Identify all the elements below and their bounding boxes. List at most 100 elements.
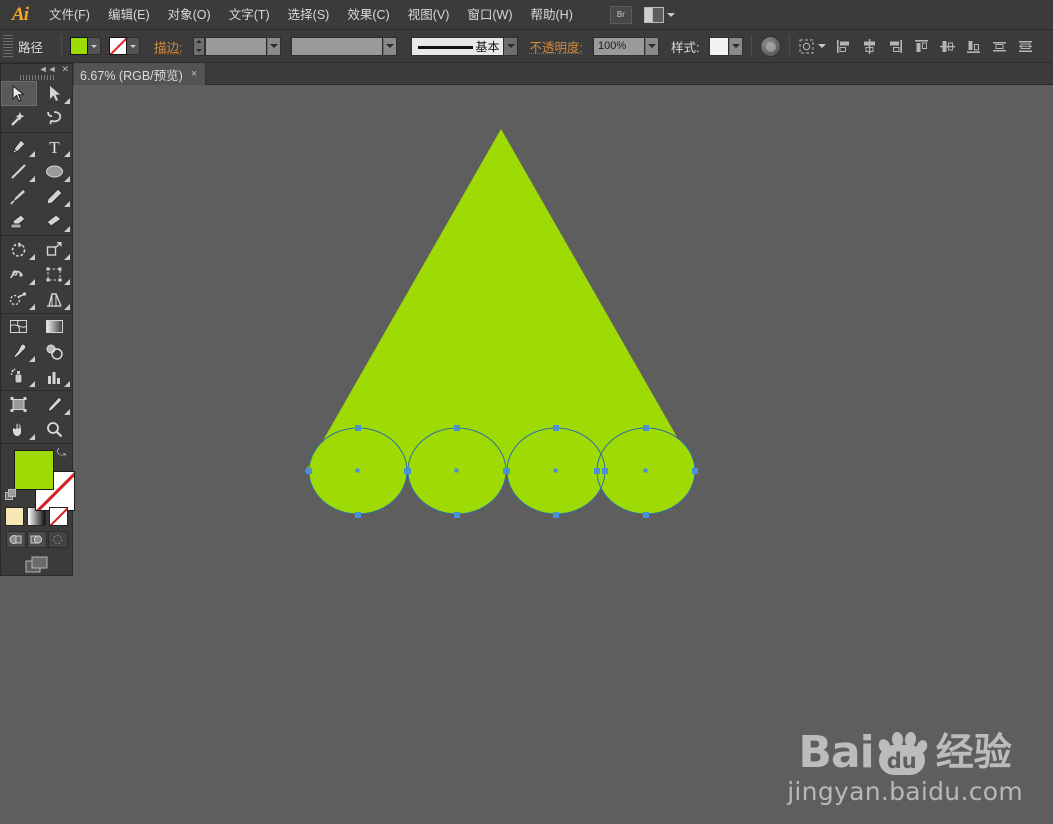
document-tab-bar: 6.67% (RGB/预览) × [0, 63, 1053, 85]
column-graph-tool[interactable] [37, 364, 73, 389]
menu-object[interactable]: 对象(O) [159, 0, 220, 30]
align-vertical-center-icon[interactable] [939, 38, 956, 55]
symbol-sprayer-tool[interactable] [1, 364, 37, 389]
close-icon[interactable]: × [191, 68, 197, 80]
menu-select[interactable]: 选择(S) [279, 0, 339, 30]
stroke-profile-dropdown[interactable] [503, 36, 518, 56]
tool-panel: ◄◄ ✕ T ⤿ [0, 63, 75, 576]
fill-color-control[interactable] [70, 37, 102, 55]
type-tool[interactable]: T [37, 134, 73, 159]
stroke-weight-field[interactable] [204, 36, 267, 56]
menu-help[interactable]: 帮助(H) [522, 0, 582, 30]
stroke-weight-label[interactable]: 描边: [154, 37, 182, 56]
align-right-icon[interactable] [887, 38, 904, 55]
stroke-swatch-none[interactable] [109, 37, 128, 55]
blend-tool[interactable] [37, 339, 73, 364]
color-swatch-button[interactable] [5, 507, 24, 527]
document-tab[interactable]: 6.67% (RGB/预览) × [74, 63, 207, 85]
tool-panel-grip[interactable] [1, 74, 72, 81]
gradient-tool[interactable] [37, 314, 73, 339]
draw-inside-button[interactable] [47, 531, 68, 549]
screen-mode-row [1, 555, 72, 575]
bridge-button[interactable]: Br [609, 5, 632, 24]
stroke-style-field[interactable] [290, 36, 383, 56]
graphic-style-swatch[interactable] [709, 36, 730, 56]
width-tool[interactable] [1, 262, 37, 287]
free-transform-tool[interactable] [37, 262, 73, 287]
hand-tool[interactable] [1, 417, 37, 442]
align-options-button[interactable] [798, 38, 827, 55]
default-fill-stroke-icon[interactable] [5, 489, 17, 501]
align-bottom-icon[interactable] [965, 38, 982, 55]
fill-swatch[interactable] [70, 37, 89, 55]
graphic-style-dropdown[interactable] [729, 36, 744, 56]
tool-panel-header[interactable]: ◄◄ ✕ [1, 64, 72, 75]
distribute-top-icon[interactable] [991, 38, 1008, 55]
align-horizontal-center-icon[interactable] [861, 38, 878, 55]
menu-window[interactable]: 窗口(W) [458, 0, 521, 30]
tool-group-draw: T [1, 134, 72, 234]
slice-tool[interactable] [37, 392, 73, 417]
eyedropper-tool[interactable] [1, 339, 37, 364]
menu-type[interactable]: 文字(T) [220, 0, 279, 30]
toolbar-fill-swatch[interactable] [14, 450, 54, 491]
swap-fill-stroke-icon[interactable]: ⤿ [57, 448, 66, 459]
chevron-down-icon [818, 44, 827, 48]
align-top-icon[interactable] [913, 38, 930, 55]
shape-builder-tool[interactable] [1, 287, 37, 312]
lasso-tool[interactable] [37, 106, 73, 131]
selection-type-label: 路径 [18, 40, 44, 55]
menu-file[interactable]: 文件(F) [40, 0, 99, 30]
draw-normal-button[interactable] [5, 531, 26, 549]
perspective-grid-tool[interactable] [37, 287, 73, 312]
change-screen-mode-icon[interactable] [24, 555, 50, 575]
triangle-shape[interactable] [305, 129, 697, 472]
artboard-tool[interactable] [1, 392, 37, 417]
tool-group-paint [1, 314, 72, 389]
svg-text:T: T [49, 138, 60, 155]
stroke-style-dropdown[interactable] [382, 36, 397, 56]
none-swatch-button[interactable] [49, 507, 68, 527]
opacity-dropdown[interactable] [644, 36, 659, 56]
recolor-artwork-button[interactable] [760, 35, 782, 57]
magic-wand-tool[interactable] [1, 106, 37, 131]
menu-effect[interactable]: 效果(C) [338, 0, 398, 30]
drawing-mode-buttons [1, 531, 72, 549]
draw-behind-button[interactable] [26, 531, 47, 549]
opacity-field[interactable]: 100% [592, 36, 645, 56]
scale-tool[interactable] [37, 237, 73, 262]
stroke-weight-stepper[interactable] [192, 36, 205, 56]
style-label: 样式: [670, 40, 700, 55]
mesh-tool[interactable] [1, 314, 37, 339]
direct-selection-tool[interactable] [37, 81, 73, 106]
eraser-tool[interactable] [37, 209, 73, 234]
stroke-dropdown-button[interactable] [127, 37, 141, 55]
opacity-label[interactable]: 不透明度: [530, 37, 583, 56]
paintbrush-tool[interactable] [1, 184, 37, 209]
rotate-tool[interactable] [1, 237, 37, 262]
close-icon[interactable]: ✕ [61, 64, 69, 74]
menu-edit[interactable]: 编辑(E) [99, 0, 159, 30]
stroke-weight-dropdown[interactable] [266, 36, 281, 56]
ellipse-tool[interactable] [37, 159, 73, 184]
fill-dropdown-button[interactable] [88, 37, 102, 55]
control-bar: 路径 描边: 基本 不透明度: 100% 样式: [0, 30, 1053, 63]
arrange-documents-button[interactable] [643, 6, 675, 23]
align-left-icon[interactable] [835, 38, 852, 55]
menu-bar: Ai 文件(F) 编辑(E) 对象(O) 文字(T) 选择(S) 效果(C) 视… [0, 0, 1053, 30]
collapse-icon[interactable]: ◄◄ [39, 64, 57, 74]
stroke-color-control[interactable] [109, 37, 141, 55]
selection-tool[interactable] [1, 81, 37, 107]
align-options-icon [798, 38, 815, 55]
control-bar-grip[interactable] [3, 34, 13, 58]
menu-view[interactable]: 视图(V) [399, 0, 459, 30]
stroke-profile-field[interactable]: 基本 [410, 36, 504, 56]
distribute-vertical-center-icon[interactable] [1017, 38, 1034, 55]
tool-group-selection [1, 81, 72, 131]
line-segment-tool[interactable] [1, 159, 37, 184]
pencil-tool[interactable] [37, 184, 73, 209]
zoom-tool[interactable] [37, 417, 73, 442]
pen-tool[interactable] [1, 134, 37, 159]
blob-brush-tool[interactable] [1, 209, 37, 234]
canvas-area[interactable]: Bai du 经验 jingyan.baidu.com [0, 85, 1053, 824]
